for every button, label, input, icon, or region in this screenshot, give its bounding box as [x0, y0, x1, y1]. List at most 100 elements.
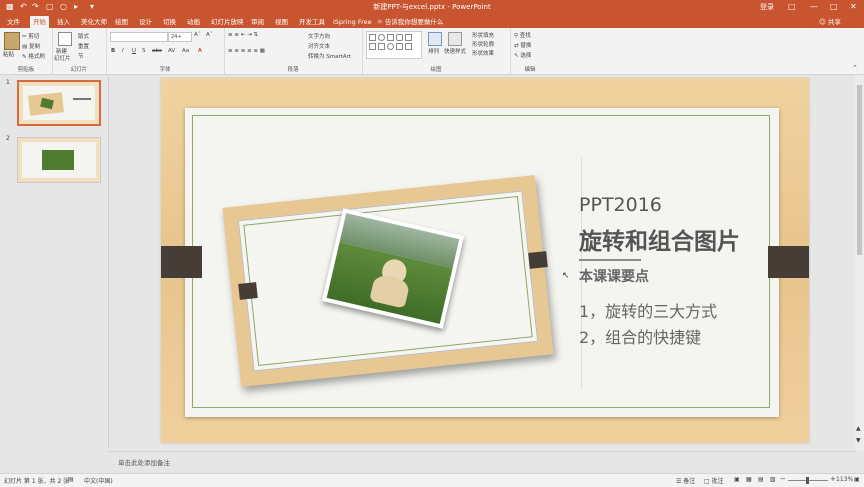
clipboard-group-label: 剪贴板 [17, 67, 35, 73]
section-button[interactable]: 节 [78, 52, 84, 60]
slideshow-view-icon[interactable]: ▧ [770, 476, 776, 483]
font-name-box[interactable] [110, 32, 168, 42]
paste-button[interactable]: 粘贴 [3, 50, 14, 58]
normal-view-icon[interactable]: ▣ [734, 476, 740, 483]
format-painter-button[interactable]: ✎ 格式刷 [22, 52, 45, 60]
copy-button[interactable]: ▤ 复制 [22, 42, 40, 50]
format-painter-label: 格式刷 [28, 54, 45, 60]
next-slide-icon[interactable]: ▼ [856, 437, 861, 444]
login-link[interactable]: 登录 [760, 2, 774, 12]
arrange-button[interactable]: 排列 [428, 47, 439, 55]
notes-toggle[interactable]: ☰ 备注 [676, 476, 695, 485]
prev-slide-icon[interactable]: ▲ [856, 425, 861, 432]
spellcheck-icon[interactable]: ▤ [68, 476, 74, 483]
shape-effects-button[interactable]: 形状效果 [472, 49, 494, 57]
reading-view-icon[interactable]: ▤ [758, 476, 764, 483]
font-size-box[interactable]: 24+ [168, 32, 192, 42]
bold-icon[interactable]: B [111, 48, 115, 54]
tab-slideshow[interactable]: 幻灯片放映 [208, 16, 247, 28]
share-button[interactable]: ☺ 共享 [816, 16, 844, 28]
minimize-icon[interactable]: — [810, 2, 818, 11]
arrow-shape-icon[interactable] [378, 43, 385, 50]
quick-styles-icon[interactable] [448, 32, 462, 46]
notes-pane[interactable]: 单击此处添加备注 [108, 451, 856, 474]
rectangle-shape-icon[interactable] [369, 34, 376, 41]
bullet-point-2[interactable]: 2，组合的快捷键 [579, 324, 701, 348]
maximize-icon[interactable]: □ [830, 2, 838, 11]
slide-sorter-icon[interactable]: ▦ [746, 476, 752, 483]
zoom-out-icon[interactable]: − [780, 475, 786, 483]
new-slide-icon[interactable] [58, 32, 72, 46]
zoom-slider-thumb[interactable] [806, 477, 809, 484]
comments-toggle[interactable]: □ 批注 [704, 476, 724, 485]
new-slide-button-label2[interactable]: 幻灯片 [54, 54, 71, 62]
quick-styles-button[interactable]: 快速样式 [444, 47, 466, 55]
shape-fill-button[interactable]: 形状填充 [472, 31, 494, 39]
slide-canvas[interactable]: PPT2016 旋转和组合图片 本课课要点 1，旋转的三大方式 2，组合的快捷键… [161, 78, 809, 443]
slide-subtitle[interactable]: 本课课要点 [579, 266, 649, 286]
change-case-icon[interactable]: Aa [182, 48, 189, 54]
circle-shape-icon[interactable] [387, 43, 394, 50]
callout-shape-icon[interactable] [405, 43, 412, 50]
tab-developer[interactable]: 开发工具 [296, 16, 328, 28]
frame-left-tab [238, 282, 258, 300]
layout-button[interactable]: 版式 [78, 32, 89, 40]
tab-design[interactable]: 设计 [136, 16, 155, 28]
find-button[interactable]: ⚲ 查找 [514, 31, 531, 39]
tab-review[interactable]: 审阅 [248, 16, 267, 28]
line-shape-icon[interactable] [405, 34, 412, 41]
textbox-shape-icon[interactable] [387, 34, 394, 41]
slide-thumbnail-1[interactable] [17, 80, 101, 126]
strikethrough-icon[interactable]: abc [152, 48, 162, 54]
tab-ispring[interactable]: iSpring Free [330, 16, 375, 28]
text-direction-button[interactable]: 文字方向 [308, 32, 330, 40]
underline-icon[interactable]: U [132, 48, 136, 54]
tab-beautify[interactable]: 美化大师 [78, 16, 110, 28]
tab-animations[interactable]: 动画 [184, 16, 203, 28]
slide-title[interactable]: 旋转和组合图片 [579, 222, 740, 256]
tab-file[interactable]: 文件 [4, 16, 23, 28]
align-icons[interactable]: ≡ ≡ ≡ ≡ ≡ ▦ [228, 48, 265, 54]
close-icon[interactable]: ✕ [850, 2, 857, 11]
slide-heading[interactable]: PPT2016 [579, 194, 662, 216]
convert-smartart-button[interactable]: 转换为 SmartArt [308, 52, 351, 60]
zoom-in-icon[interactable]: + [830, 475, 836, 483]
italic-icon[interactable]: I [122, 48, 124, 54]
paste-icon[interactable] [4, 32, 20, 50]
slide-thumbnail-2[interactable] [17, 137, 101, 183]
align-text-button[interactable]: 对齐文本 [308, 42, 330, 50]
rounded-rect-shape-icon[interactable] [396, 34, 403, 41]
bullets-icon[interactable]: ≡ ≡ ⇤ ⇥ ⇅ [228, 32, 258, 38]
arrange-icon[interactable] [428, 32, 442, 46]
tell-me-box[interactable]: ☼ 告诉我你想要做什么 [374, 16, 446, 28]
scrollbar-thumb[interactable] [857, 85, 862, 255]
slides-group: 新建 幻灯片 版式 重置 节 幻灯片 [52, 28, 107, 74]
shadow-icon[interactable]: S [142, 48, 146, 54]
tab-home[interactable]: 开始 [30, 16, 49, 28]
vertical-scrollbar[interactable]: ▲ ▼ [855, 75, 864, 451]
collapse-ribbon-icon[interactable]: ⌃ [852, 64, 858, 72]
bullet-point-1[interactable]: 1，旋转的三大方式 [579, 298, 717, 322]
tab-insert[interactable]: 插入 [54, 16, 73, 28]
char-spacing-icon[interactable]: AV [168, 48, 175, 54]
star-shape-icon[interactable] [396, 43, 403, 50]
zoom-level[interactable]: 113% [836, 476, 853, 483]
tab-view[interactable]: 视图 [272, 16, 291, 28]
shrink-font-icon[interactable]: Aˇ [206, 32, 213, 38]
oval-shape-icon[interactable] [378, 34, 385, 41]
shapes-gallery[interactable] [366, 31, 422, 59]
grow-font-icon[interactable]: Aˆ [194, 32, 201, 38]
triangle-shape-icon[interactable] [369, 43, 376, 50]
select-button[interactable]: ↖ 选择 [514, 51, 531, 59]
language-indicator[interactable]: 中文(中国) [84, 476, 113, 485]
left-tab-block [161, 246, 202, 278]
tab-transitions[interactable]: 切换 [160, 16, 179, 28]
tab-draw[interactable]: 绘图 [112, 16, 131, 28]
fit-slide-icon[interactable]: ▣ [854, 476, 860, 483]
reset-button[interactable]: 重置 [78, 42, 89, 50]
ribbon-display-icon[interactable]: □ [788, 2, 796, 11]
shape-outline-button[interactable]: 形状轮廓 [472, 40, 494, 48]
replace-button[interactable]: ⇄ 替换 [514, 41, 531, 49]
cut-button[interactable]: ✂ 剪切 [22, 32, 39, 40]
font-color-icon[interactable]: A [198, 48, 202, 54]
